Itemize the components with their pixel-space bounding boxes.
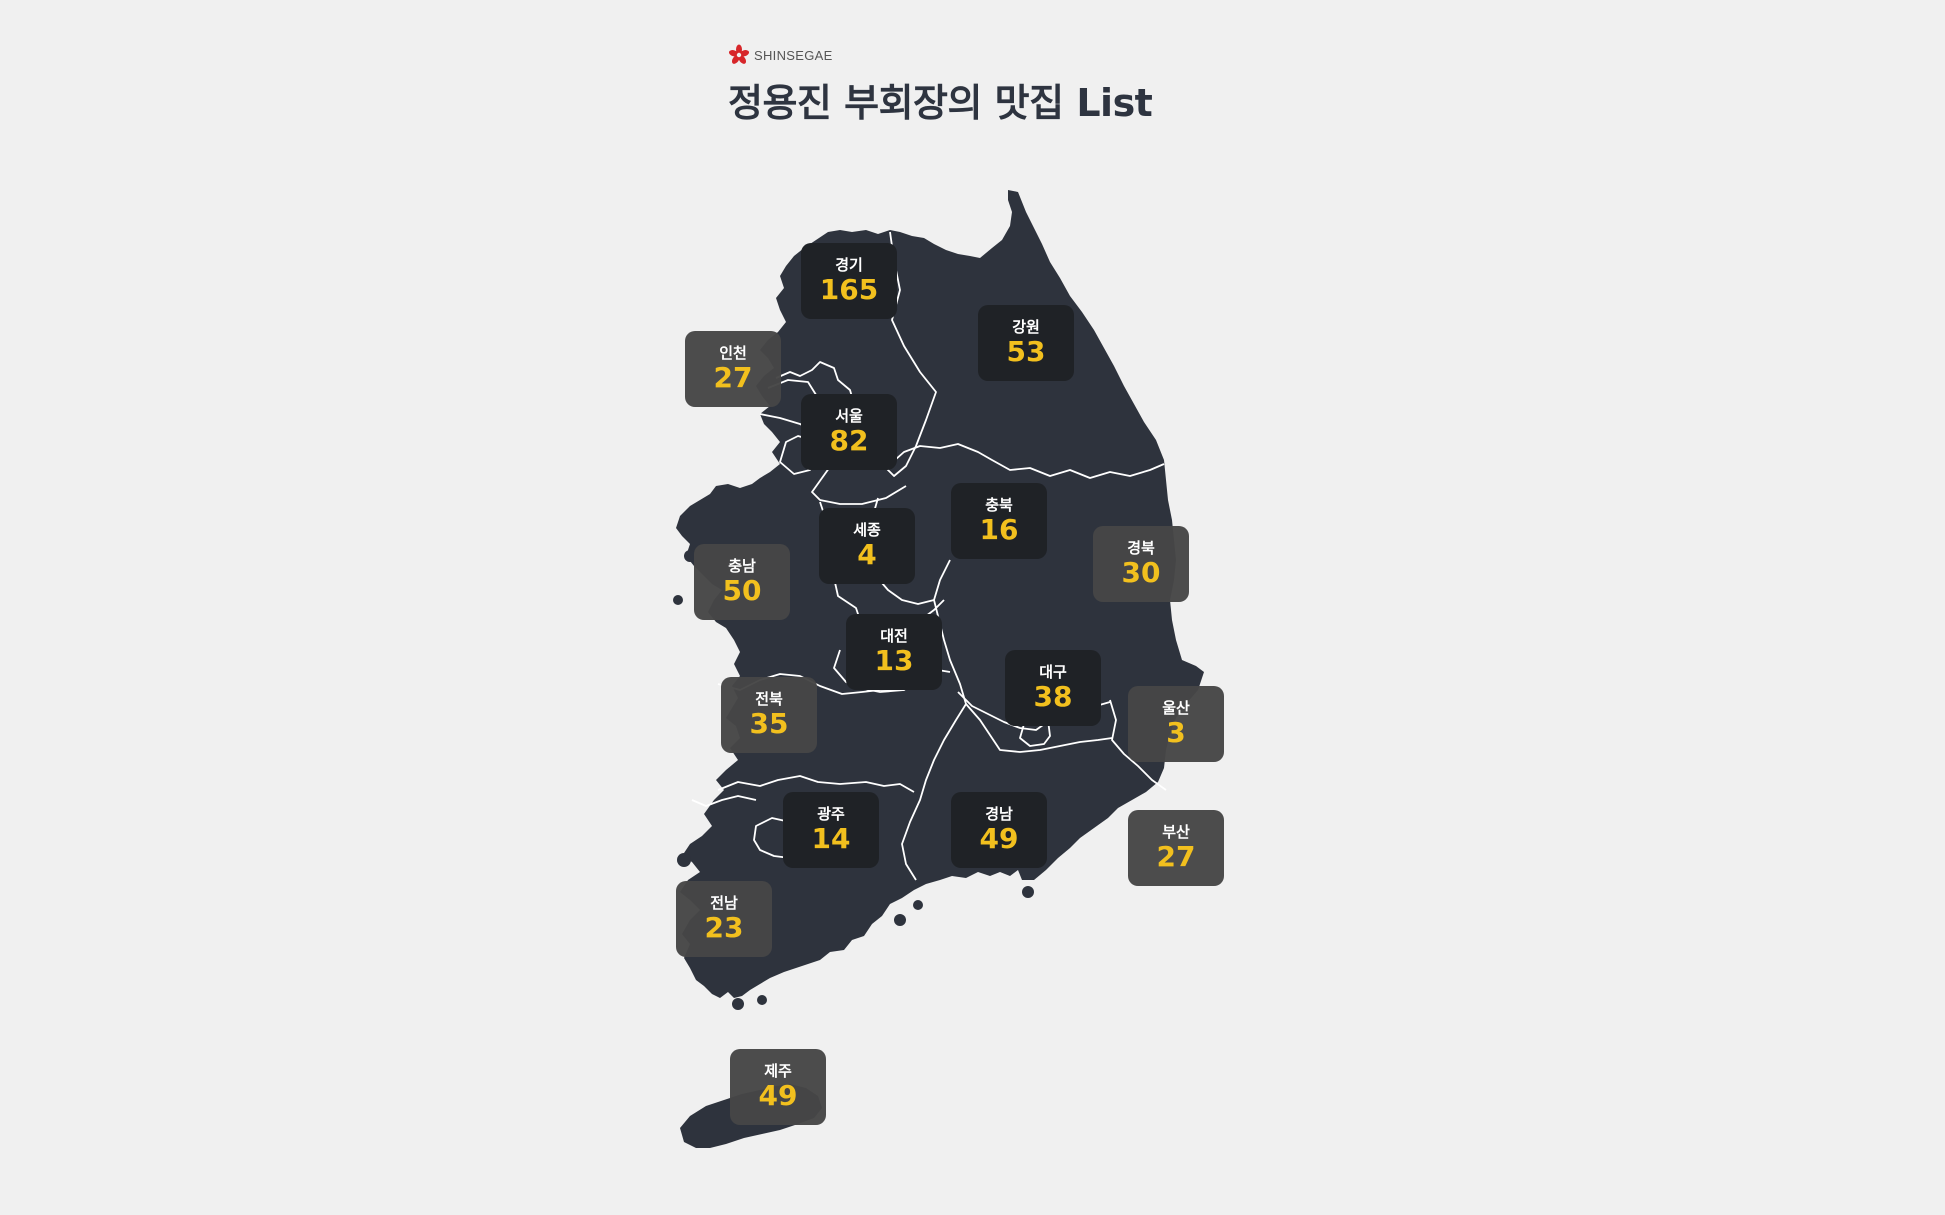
region-name: 서울	[835, 407, 863, 425]
region-count: 16	[979, 513, 1019, 546]
region-name: 인천	[719, 344, 747, 362]
region-count: 38	[1033, 680, 1073, 713]
region-box-incheon[interactable]: 인천 27	[685, 331, 781, 407]
region-box-jeonnam[interactable]: 전남 23	[676, 881, 772, 957]
region-count: 27	[713, 361, 753, 394]
region-name: 광주	[817, 805, 845, 823]
region-box-seoul[interactable]: 서울 82	[801, 394, 897, 470]
region-count: 13	[874, 644, 914, 677]
region-count: 4	[857, 538, 877, 571]
region-box-jeonbuk[interactable]: 전북 35	[721, 677, 817, 753]
region-name: 울산	[1162, 699, 1190, 717]
region-count: 49	[979, 822, 1019, 855]
region-name: 전북	[755, 690, 783, 708]
region-box-jeju[interactable]: 제주 49	[730, 1049, 826, 1125]
region-name: 경북	[1127, 539, 1155, 557]
region-name: 강원	[1012, 318, 1040, 336]
region-count: 82	[829, 424, 869, 457]
region-name: 경남	[985, 805, 1013, 823]
region-name: 충남	[728, 557, 756, 575]
korea-map	[673, 190, 1204, 1148]
region-box-busan[interactable]: 부산 27	[1128, 810, 1224, 886]
region-name: 충북	[985, 496, 1013, 514]
region-name: 전남	[710, 894, 738, 912]
region-count: 14	[811, 822, 851, 855]
region-count: 23	[704, 911, 744, 944]
region-box-gyeongbuk[interactable]: 경북 30	[1093, 526, 1189, 602]
region-box-gwangju[interactable]: 광주 14	[783, 792, 879, 868]
region-box-daegu[interactable]: 대구 38	[1005, 650, 1101, 726]
region-box-gyeonggi[interactable]: 경기 165	[801, 243, 897, 319]
region-box-gangwon[interactable]: 강원 53	[978, 305, 1074, 381]
region-count: 3	[1166, 716, 1186, 749]
region-count: 30	[1121, 556, 1161, 589]
region-count: 35	[749, 707, 789, 740]
region-count: 49	[758, 1079, 798, 1112]
region-box-gyeongnam[interactable]: 경남 49	[951, 792, 1047, 868]
region-name: 제주	[764, 1062, 792, 1080]
region-box-chungnam[interactable]: 충남 50	[694, 544, 790, 620]
region-name: 대구	[1039, 663, 1067, 681]
region-box-chungbuk[interactable]: 충북 16	[951, 483, 1047, 559]
region-box-daejeon[interactable]: 대전 13	[846, 614, 942, 690]
region-name: 부산	[1162, 823, 1190, 841]
region-box-ulsan[interactable]: 울산 3	[1128, 686, 1224, 762]
region-box-sejong[interactable]: 세종 4	[819, 508, 915, 584]
region-name: 경기	[835, 256, 863, 274]
region-name: 세종	[853, 521, 881, 539]
region-count: 53	[1006, 335, 1046, 368]
region-count: 50	[722, 574, 762, 607]
region-name: 대전	[880, 627, 908, 645]
region-count: 165	[819, 273, 879, 306]
region-count: 27	[1156, 840, 1196, 873]
